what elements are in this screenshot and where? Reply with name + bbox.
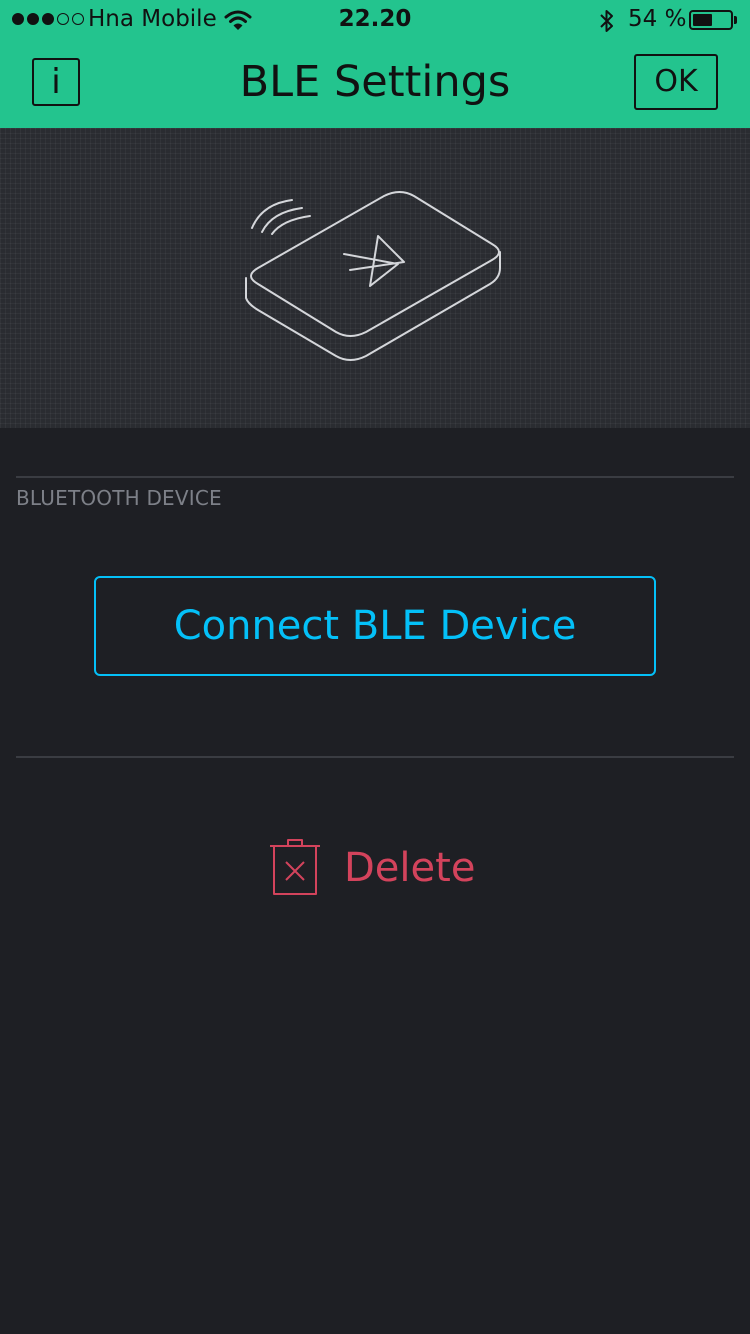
battery-tip bbox=[734, 16, 737, 24]
trash-icon bbox=[268, 838, 322, 902]
signal-wave bbox=[261, 207, 303, 233]
section-label: BLUETOOTH DEVICE bbox=[16, 486, 222, 510]
battery-level bbox=[693, 14, 712, 26]
bluetooth-icon bbox=[598, 8, 616, 40]
ble-device-illustration bbox=[0, 128, 750, 428]
connect-ble-device-button[interactable]: Connect BLE Device bbox=[94, 576, 656, 676]
delete-button[interactable]: Delete bbox=[268, 838, 488, 898]
section-divider bbox=[16, 756, 734, 758]
battery-icon bbox=[689, 10, 733, 30]
signal-wave bbox=[271, 215, 311, 235]
section-divider bbox=[16, 476, 734, 478]
delete-label: Delete bbox=[344, 845, 476, 891]
header: Hna Mobile 22.20 54 % i BLE Settings OK bbox=[0, 0, 750, 128]
status-bar: Hna Mobile 22.20 54 % bbox=[0, 0, 750, 40]
battery-percent: 54 % bbox=[628, 6, 687, 32]
ok-button[interactable]: OK bbox=[634, 54, 718, 110]
ble-settings-screen: Hna Mobile 22.20 54 % i BLE Settings OK … bbox=[0, 0, 750, 1334]
